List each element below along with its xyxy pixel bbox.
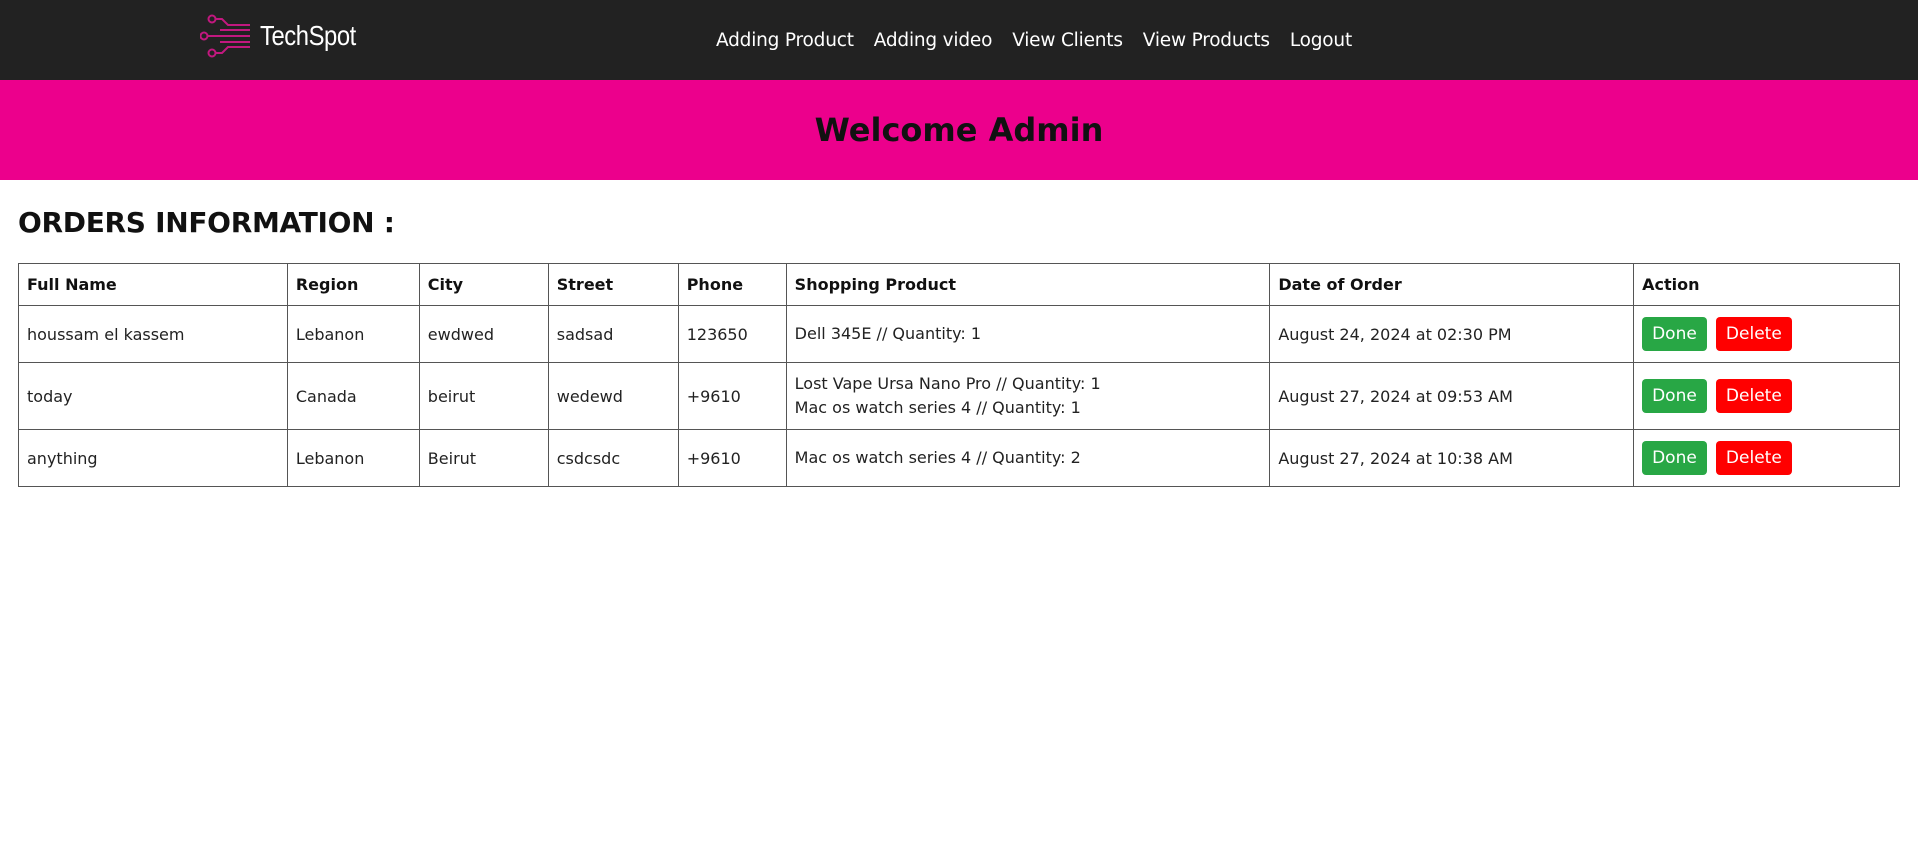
product-line: Lost Vape Ursa Nano Pro // Quantity: 1 (794, 374, 1101, 393)
cell-city: Beirut (418, 429, 549, 487)
column-header: Date of Order (1269, 263, 1635, 306)
cell-phone: +9610 (677, 362, 787, 430)
nav-logout[interactable]: Logout (1290, 30, 1352, 51)
product-line: Dell 345E // Quantity: 1 (794, 324, 982, 343)
orders-title: ORDERS INFORMATION : (18, 206, 395, 239)
welcome-title: Welcome Admin (814, 111, 1104, 149)
cell-shopping-product: Dell 345E // Quantity: 1 (785, 305, 1271, 363)
brand-logo[interactable]: TechSpot (200, 14, 373, 58)
cell-action: Done Delete (1633, 429, 1900, 487)
done-button[interactable]: Done (1642, 317, 1707, 351)
delete-button[interactable]: Delete (1715, 379, 1792, 413)
nav-adding-video[interactable]: Adding video (874, 30, 993, 51)
column-header: City (418, 263, 549, 306)
cell-city: ewdwed (418, 305, 549, 363)
nav-adding-product[interactable]: Adding Product (716, 30, 854, 51)
column-header: Shopping Product (785, 263, 1271, 306)
delete-button[interactable]: Delete (1715, 441, 1792, 475)
column-header: Street (547, 263, 679, 306)
cell-phone: +9610 (677, 429, 787, 487)
cell-full-name: anything (18, 429, 288, 487)
cell-date: August 27, 2024 at 09:53 AM (1269, 362, 1635, 430)
cell-street: wedewd (547, 362, 679, 430)
cell-date: August 24, 2024 at 02:30 PM (1269, 305, 1635, 363)
table-row: houssam el kassem Lebanon ewdwed sadsad … (18, 305, 1900, 363)
delete-button[interactable]: Delete (1715, 317, 1792, 351)
cell-region: Lebanon (286, 305, 420, 363)
table-row: today Canada beirut wedewd +9610 Lost Va… (18, 362, 1900, 430)
orders-table: Full Name Region City Street Phone Shopp… (18, 263, 1900, 487)
cell-full-name: houssam el kassem (18, 305, 288, 363)
column-header: Phone (677, 263, 787, 306)
cell-shopping-product: Mac os watch series 4 // Quantity: 2 (785, 429, 1271, 487)
welcome-banner: Welcome Admin (0, 80, 1918, 180)
cell-street: sadsad (547, 305, 679, 363)
column-header: Full Name (18, 263, 288, 306)
cell-phone: 123650 (677, 305, 787, 363)
cell-action: Done Delete (1633, 305, 1900, 363)
main-nav: Adding Product Adding video View Clients… (716, 0, 1352, 80)
table-header-row: Full Name Region City Street Phone Shopp… (18, 263, 1900, 306)
cell-full-name: today (18, 362, 288, 430)
done-button[interactable]: Done (1642, 441, 1707, 475)
brand-name: TechSpot (260, 20, 356, 51)
column-header: Action (1633, 263, 1900, 306)
column-header: Region (286, 263, 420, 306)
product-line: Mac os watch series 4 // Quantity: 1 (794, 398, 1081, 417)
cell-city: beirut (418, 362, 549, 430)
cell-shopping-product: Lost Vape Ursa Nano Pro // Quantity: 1 M… (785, 362, 1271, 430)
cell-action: Done Delete (1633, 362, 1900, 430)
product-line: Mac os watch series 4 // Quantity: 2 (794, 448, 1081, 467)
cell-region: Lebanon (286, 429, 420, 487)
circuit-icon (200, 14, 252, 58)
nav-view-clients[interactable]: View Clients (1012, 30, 1123, 51)
table-row: anything Lebanon Beirut csdcsdc +9610 Ma… (18, 429, 1900, 487)
nav-view-products[interactable]: View Products (1143, 30, 1270, 51)
cell-date: August 27, 2024 at 10:38 AM (1269, 429, 1635, 487)
top-navbar: TechSpot Adding Product Adding video Vie… (0, 0, 1918, 80)
cell-region: Canada (286, 362, 420, 430)
done-button[interactable]: Done (1642, 379, 1707, 413)
cell-street: csdcsdc (547, 429, 679, 487)
